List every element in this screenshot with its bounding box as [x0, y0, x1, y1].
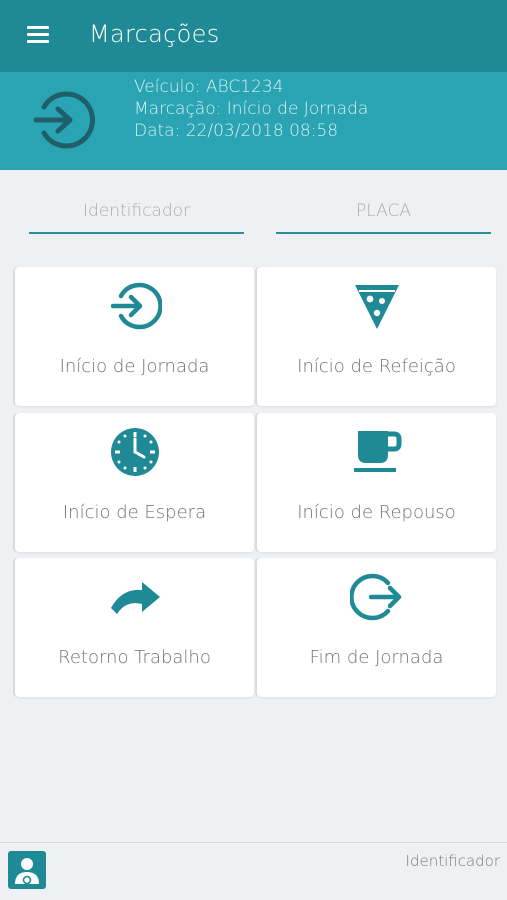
- pizza-icon: [354, 285, 399, 329]
- tile-label: Início de Repouso: [297, 502, 456, 523]
- tile-label: Início de Jornada: [59, 356, 210, 377]
- page-title: Marcações: [89, 20, 220, 48]
- marking-text: Marcação: Início de Jornada: [134, 99, 369, 119]
- hamburger-menu-icon[interactable]: [27, 26, 51, 46]
- driver-avatar-icon[interactable]: [8, 851, 46, 889]
- vehicle-text: Veículo: ABC1234: [134, 77, 284, 97]
- start-rest-button[interactable]: Início de Repouso: [257, 413, 496, 552]
- start-meal-button[interactable]: Início de Refeição: [257, 267, 496, 406]
- login-arrow-icon: [33, 91, 95, 149]
- last-marking-details: Veículo: ABC1234 Marcação: Início de Jor…: [134, 76, 368, 142]
- app-bar: Marcações: [0, 0, 507, 72]
- login-arrow-icon: [110, 282, 162, 330]
- plate-input[interactable]: [276, 190, 491, 234]
- logout-arrow-icon: [349, 573, 401, 621]
- start-shift-button[interactable]: Início de Jornada: [15, 267, 254, 406]
- tile-label: Início de Espera: [62, 502, 207, 523]
- footer-divider: [0, 842, 507, 843]
- tile-label: Início de Refeição: [297, 356, 456, 377]
- footer-identifier-label: Identificador: [405, 852, 500, 870]
- tile-label: Retorno Trabalho: [58, 647, 211, 668]
- last-marking-card: Veículo: ABC1234 Marcação: Início de Jor…: [0, 72, 507, 170]
- tile-label: Fim de Jornada: [309, 647, 444, 668]
- coffee-cup-icon: [353, 431, 401, 472]
- end-shift-button[interactable]: Fim de Jornada: [257, 558, 496, 697]
- redo-arrow-icon: [110, 582, 160, 614]
- identifier-input[interactable]: [29, 190, 244, 234]
- clock-icon: [110, 428, 159, 476]
- start-wait-button[interactable]: Início de Espera: [15, 413, 254, 552]
- identifier-field-wrap: [29, 190, 244, 245]
- plate-field-wrap: [276, 190, 491, 245]
- date-text: Data: 22/03/2018 08:58: [134, 121, 339, 141]
- return-to-work-button[interactable]: Retorno Trabalho: [15, 558, 254, 697]
